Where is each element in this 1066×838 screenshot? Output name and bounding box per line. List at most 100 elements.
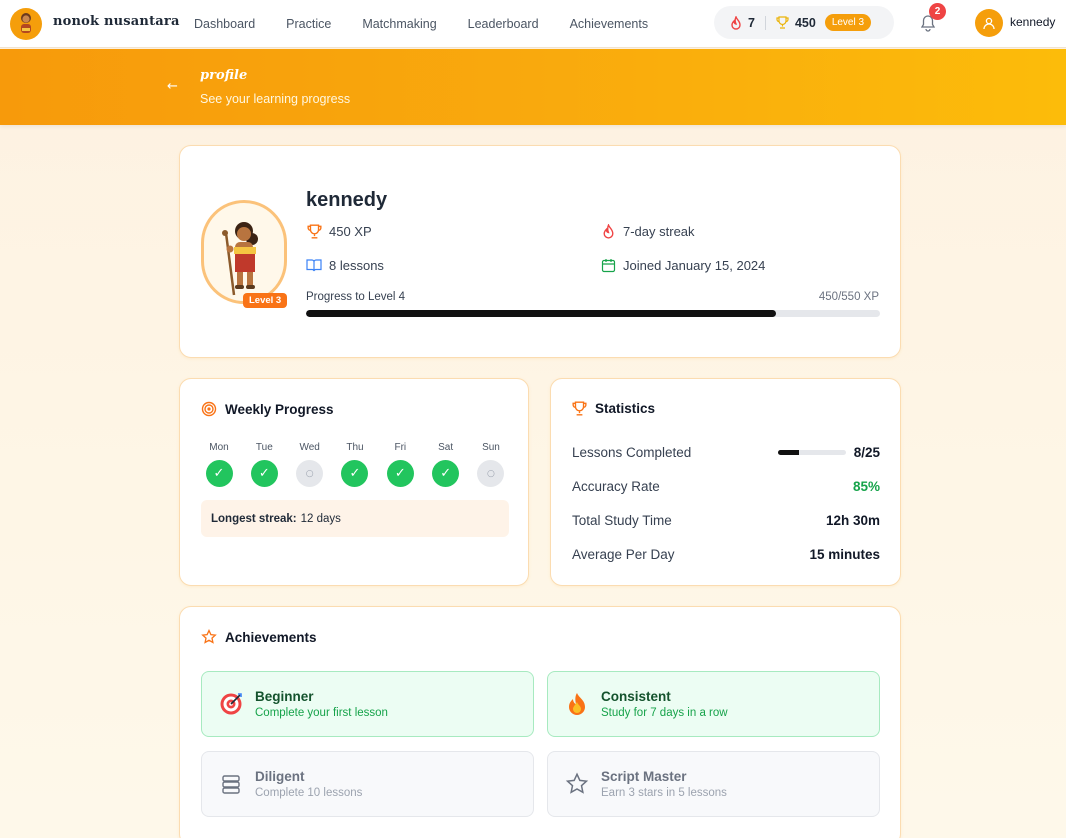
weekday-tracker: Mon ✓ Tue ✓ Wed ○ Thu ✓ Fri ✓ Sat ✓ Sun ○: [202, 442, 508, 487]
back-arrow-icon[interactable]: ←: [167, 79, 178, 94]
target-icon: [218, 691, 244, 717]
xp-count: 450: [794, 15, 816, 30]
trophy-icon: [776, 16, 789, 29]
character-avatar-icon: [222, 222, 258, 296]
joined-stat: Joined January 15, 2024: [600, 257, 765, 273]
achievements-heading: Achievements: [201, 629, 317, 645]
achievement-beginner[interactable]: Beginner Complete your first lesson: [201, 671, 534, 737]
achievements-card: Achievements Beginner Complete your firs…: [179, 606, 901, 838]
day-missed-icon: ○: [477, 460, 505, 487]
achievement-name: Diligent: [255, 769, 305, 784]
page-subtitle: See your learning progress: [200, 92, 351, 106]
weekly-progress-title: Weekly Progress: [225, 401, 334, 417]
calendar-icon: [600, 257, 616, 273]
flame-icon: [730, 15, 742, 30]
achievement-desc: Earn 3 stars in 5 lessons: [601, 787, 727, 799]
streak-text: 7-day streak: [623, 223, 695, 239]
day-sat: Sat ✓: [429, 442, 463, 487]
star-icon: [201, 629, 217, 645]
user-stats-pill: 7 450 Level 3: [714, 6, 894, 39]
streak-stat: 7-day streak: [600, 223, 695, 239]
day-fri: Fri ✓: [383, 442, 417, 487]
day-complete-check-icon: ✓: [250, 460, 278, 487]
achievement-diligent[interactable]: Diligent Complete 10 lessons: [201, 751, 534, 817]
day-sun: Sun ○: [474, 442, 508, 487]
notification-count-badge[interactable]: 2: [929, 3, 946, 20]
lessons-progress-fill: [777, 449, 800, 455]
flame-icon: [564, 691, 590, 717]
joined-text: Joined January 15, 2024: [623, 257, 766, 273]
level-progress-fill: [306, 310, 776, 317]
lessons-progress-bar: [777, 449, 846, 455]
achievement-name: Beginner: [255, 689, 314, 704]
achievement-desc: Complete your first lesson: [255, 707, 388, 719]
stat-value: 12h 30m: [825, 512, 880, 528]
day-label: Wed: [299, 442, 320, 453]
stat-value: 15 minutes: [809, 546, 880, 562]
user-icon: [983, 17, 995, 30]
stat-value: 85%: [852, 478, 880, 494]
page-header: ← profile See your learning progress: [0, 49, 1066, 125]
day-label: Sat: [438, 442, 454, 453]
day-label: Mon: [209, 442, 229, 453]
nav-link-leaderboard[interactable]: Leaderboard: [468, 17, 539, 31]
longest-streak-box: Longest streak: 12 days: [201, 500, 509, 537]
flame-icon: [600, 223, 616, 239]
xp-stat: 450 XP: [306, 223, 372, 239]
nav-link-dashboard[interactable]: Dashboard: [194, 17, 255, 31]
streak-count: 7: [748, 15, 755, 30]
achievement-desc: Study for 7 days in a row: [601, 707, 728, 719]
level-progress-bar: [306, 310, 880, 317]
books-icon: [218, 771, 244, 797]
stat-row-lessons: Lessons Completed 8/25: [572, 442, 880, 462]
star-icon: [564, 771, 590, 797]
achievement-name: Consistent: [601, 689, 671, 704]
nav-link-achievements[interactable]: Achievements: [570, 17, 649, 31]
stat-label: Average Per Day: [572, 546, 675, 562]
day-missed-icon: ○: [296, 460, 324, 487]
profile-level-badge: Level 3: [243, 293, 288, 308]
statistics-title: Statistics: [595, 401, 656, 416]
achievement-script-master[interactable]: Script Master Earn 3 stars in 5 lessons: [547, 751, 880, 817]
nav-links: Dashboard Practice Matchmaking Leaderboa…: [194, 0, 679, 48]
achievement-consistent[interactable]: Consistent Study for 7 days in a row: [547, 671, 880, 737]
statistics-heading: Statistics: [572, 401, 655, 416]
stat-label: Accuracy Rate: [572, 478, 660, 494]
book-icon: [306, 257, 322, 273]
level-badge: Level 3: [824, 14, 872, 31]
top-navbar: nonok nusantara Dashboard Practice Match…: [0, 0, 1066, 48]
brand-logo[interactable]: [10, 8, 42, 40]
day-tue: Tue ✓: [247, 442, 281, 487]
weekly-progress-heading: Weekly Progress: [201, 401, 334, 417]
profile-name: kennedy: [306, 189, 388, 211]
day-complete-check-icon: ✓: [432, 460, 460, 487]
achievement-name: Script Master: [601, 769, 687, 784]
user-menu-name[interactable]: kennedy: [1010, 15, 1055, 29]
level-progress-label: Progress to Level 4: [306, 291, 406, 303]
longest-streak-value: 12 days: [300, 512, 341, 525]
profile-card: Level 3 kennedy 450 XP 7-day streak 8 le…: [179, 145, 901, 358]
stat-label: Lessons Completed: [572, 444, 692, 460]
stat-label: Total Study Time: [572, 512, 672, 528]
statistics-card: Statistics Lessons Completed 8/25 Accura…: [550, 378, 901, 586]
day-wed: Wed ○: [293, 442, 327, 487]
brand-name[interactable]: nonok nusantara: [53, 14, 180, 29]
lessons-stat: 8 lessons: [306, 257, 384, 273]
page-title: profile: [200, 68, 248, 83]
day-complete-check-icon: ✓: [205, 460, 233, 487]
achievement-desc: Complete 10 lessons: [255, 787, 363, 799]
day-label: Fri: [394, 442, 407, 453]
achievements-title: Achievements: [225, 629, 317, 645]
nav-link-matchmaking[interactable]: Matchmaking: [362, 17, 436, 31]
day-complete-check-icon: ✓: [341, 460, 369, 487]
stat-row-average: Average Per Day 15 minutes: [572, 544, 880, 564]
day-label: Tue: [255, 442, 273, 453]
stat-row-study-time: Total Study Time 12h 30m: [572, 510, 880, 530]
user-avatar[interactable]: [975, 9, 1003, 37]
level-progress-value: 450/550 XP: [818, 291, 879, 303]
stat-row-accuracy: Accuracy Rate 85%: [572, 476, 880, 496]
nav-link-practice[interactable]: Practice: [286, 17, 331, 31]
trophy-icon: [572, 401, 587, 416]
trophy-icon: [306, 223, 322, 239]
day-mon: Mon ✓: [202, 442, 236, 487]
